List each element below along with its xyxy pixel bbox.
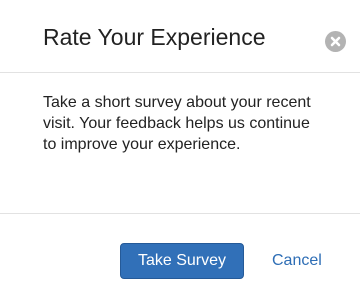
- dialog-footer: Take Survey Cancel: [0, 213, 360, 300]
- dialog-message: Take a short survey about your recent vi…: [43, 94, 311, 153]
- dialog-title: Rate Your Experience: [43, 24, 266, 50]
- survey-dialog: Rate Your Experience Take a short survey…: [0, 0, 360, 299]
- cancel-link[interactable]: Cancel: [272, 243, 322, 279]
- dialog-header: Rate Your Experience: [0, 0, 360, 73]
- take-survey-button[interactable]: Take Survey: [120, 243, 244, 279]
- close-icon[interactable]: [325, 31, 346, 52]
